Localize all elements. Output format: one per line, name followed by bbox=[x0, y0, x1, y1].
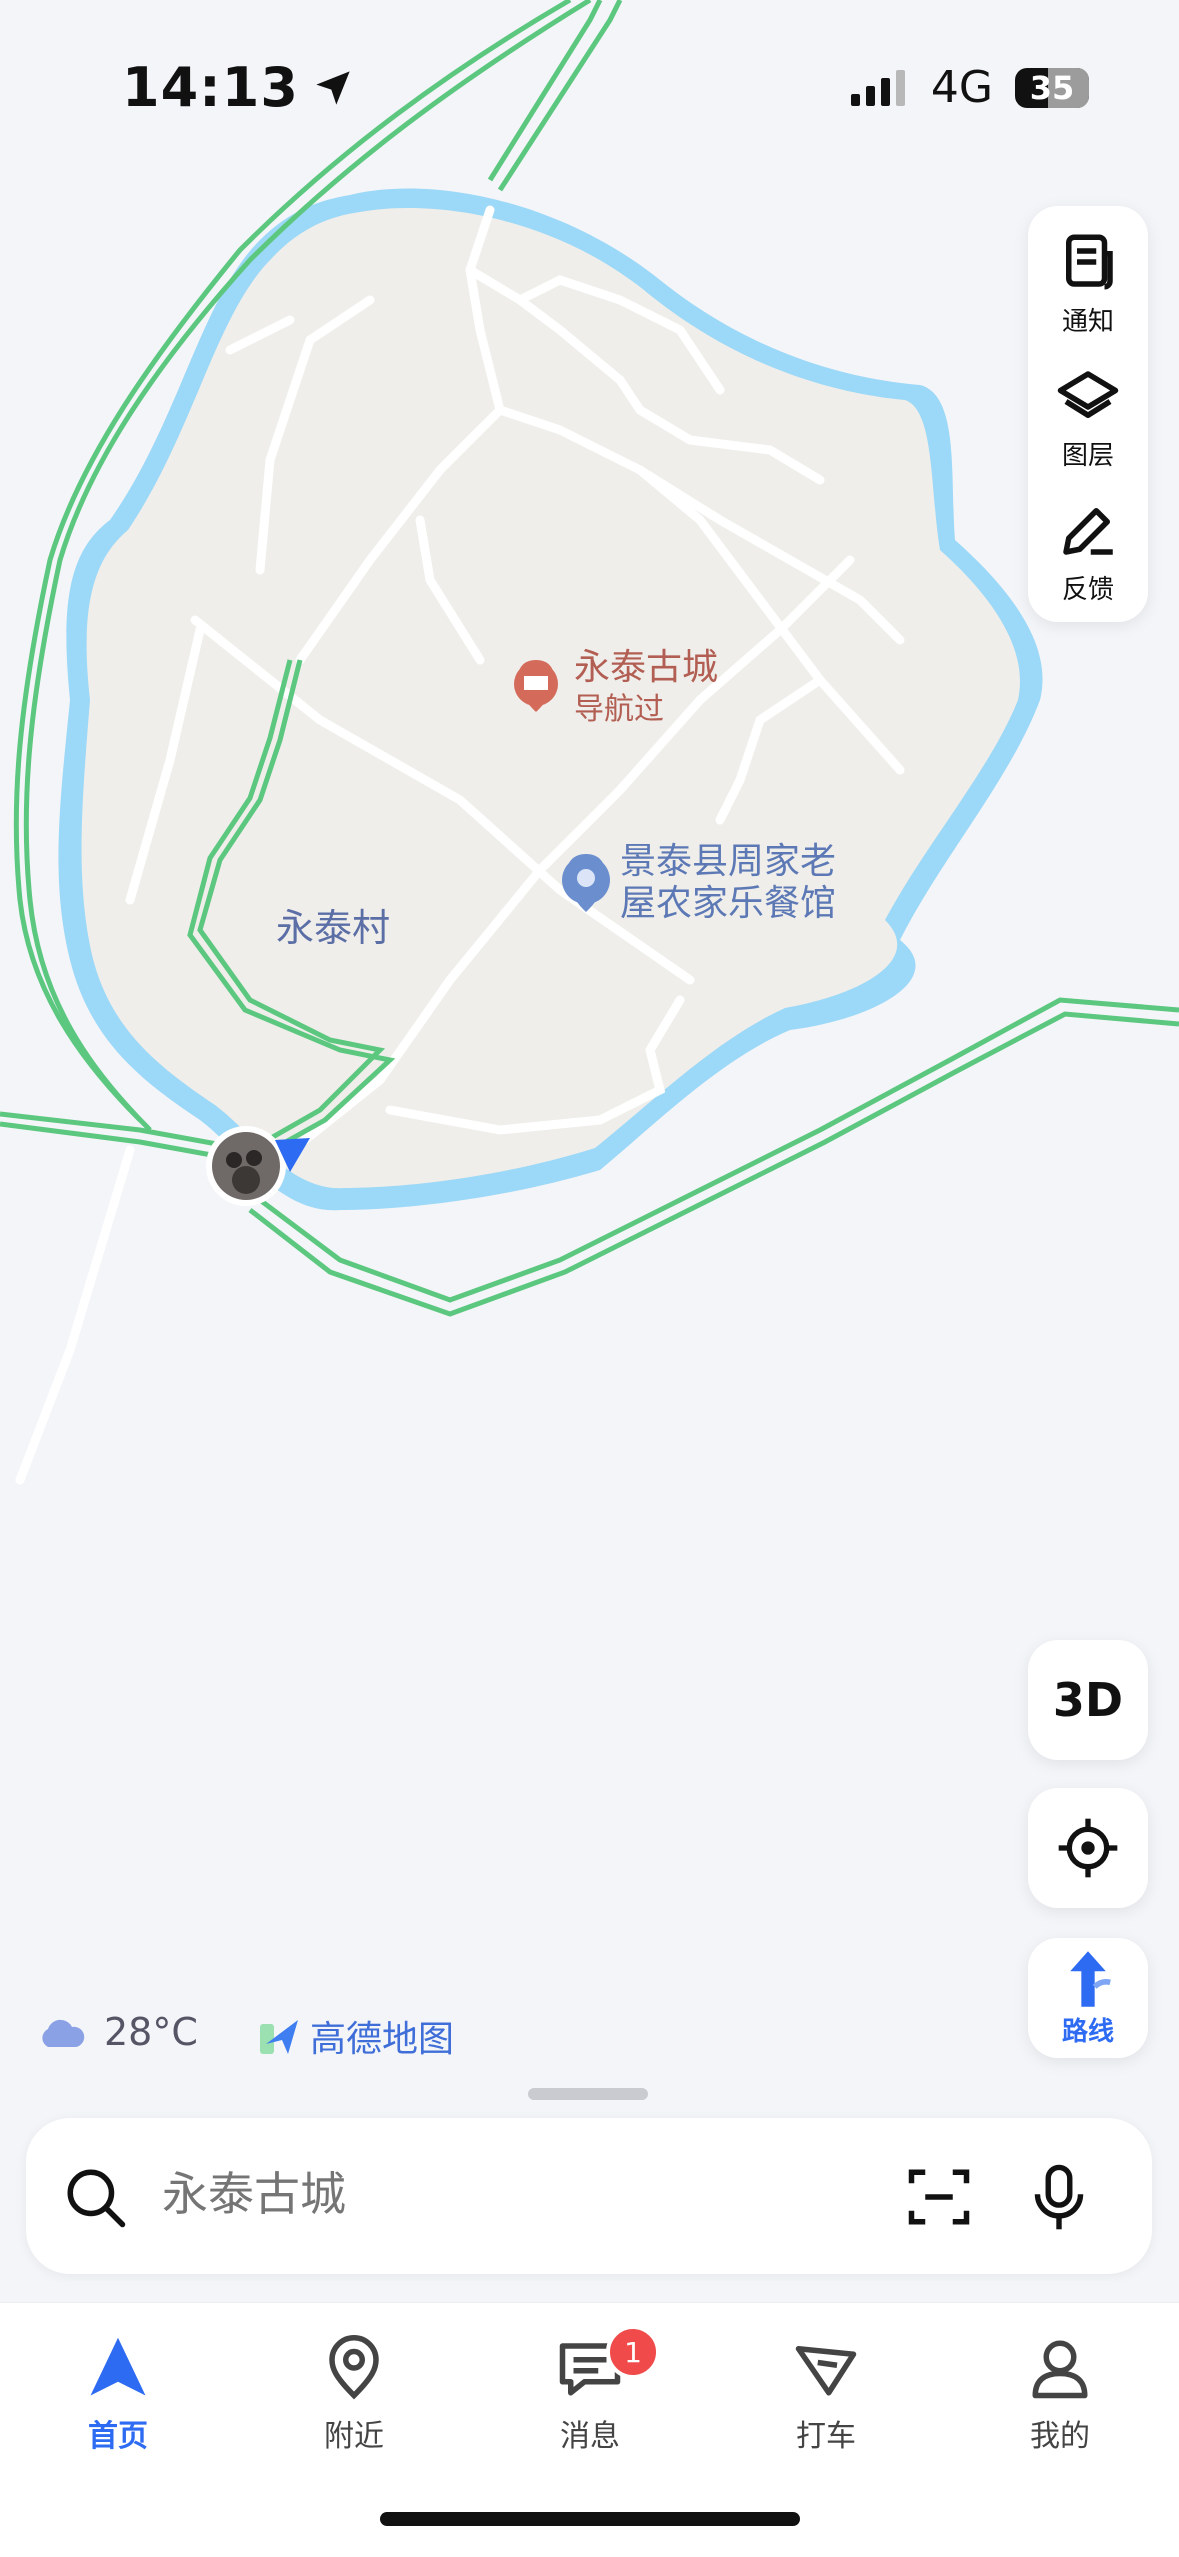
user-icon bbox=[1032, 2340, 1088, 2399]
poi-restaurant-line2[interactable]: 屋农家乐餐馆 bbox=[620, 884, 836, 924]
crosshair-icon bbox=[1058, 1818, 1118, 1878]
3d-label: 3D bbox=[1052, 1673, 1124, 1727]
status-time: 14:13 bbox=[122, 56, 353, 119]
route-arrow-icon bbox=[1070, 1950, 1111, 2007]
route-label: 路线 bbox=[1061, 2016, 1114, 2047]
nav-nearby-label: 附近 bbox=[324, 2419, 384, 2454]
taxi-icon bbox=[795, 2346, 857, 2396]
search-input[interactable] bbox=[160, 2166, 864, 2222]
location-pin-icon bbox=[329, 2335, 379, 2400]
nav-mine-label: 我的 bbox=[1030, 2419, 1090, 2454]
cloud-icon bbox=[42, 2019, 85, 2047]
poi-ancient-city-sub: 导航过 bbox=[574, 692, 664, 727]
location-arrow-icon bbox=[316, 70, 350, 105]
layers-button[interactable]: 图层 bbox=[1028, 350, 1148, 484]
nav-home[interactable]: 首页 bbox=[38, 2323, 198, 2473]
brand-name: 高德地图 bbox=[310, 2019, 455, 2060]
temperature: 28°C bbox=[104, 2010, 198, 2054]
document-icon bbox=[1066, 234, 1113, 289]
nav-taxi-label: 打车 bbox=[796, 2419, 856, 2454]
poi-ancient-city-name[interactable]: 永泰古城 bbox=[574, 648, 718, 688]
signal-icon bbox=[850, 69, 905, 106]
amap-logo-icon bbox=[260, 2020, 298, 2054]
search-bar[interactable] bbox=[26, 2118, 1152, 2274]
route-button[interactable]: 路线 bbox=[1028, 1938, 1148, 2058]
messages-badge: 1 bbox=[606, 2325, 660, 2379]
battery-level: 35 bbox=[1029, 68, 1075, 107]
status-right: 4G 35 bbox=[850, 62, 1089, 113]
feedback-label: 反馈 bbox=[1061, 574, 1114, 605]
network-type: 4G bbox=[930, 62, 993, 113]
sheet-handle[interactable] bbox=[528, 2088, 648, 2100]
amap-brand: 高德地图 bbox=[258, 2010, 454, 2062]
nav-mine[interactable]: 我的 bbox=[980, 2323, 1140, 2473]
time-text: 14:13 bbox=[122, 56, 299, 119]
3d-toggle-button[interactable]: 3D bbox=[1028, 1640, 1148, 1760]
notify-button[interactable]: 通知 bbox=[1028, 216, 1148, 350]
layers-label: 图层 bbox=[1061, 440, 1114, 471]
nav-messages-label: 消息 bbox=[560, 2419, 620, 2454]
notify-label: 通知 bbox=[1061, 306, 1114, 337]
edit-icon bbox=[1063, 507, 1113, 555]
map-tool-panel: 通知 图层 反馈 bbox=[1028, 206, 1148, 622]
battery-icon: 35 bbox=[1015, 67, 1089, 108]
navigation-arrow-icon bbox=[90, 2337, 146, 2396]
poi-restaurant-line1[interactable]: 景泰县周家老 bbox=[620, 842, 836, 882]
scan-icon[interactable] bbox=[906, 2164, 972, 2230]
nav-messages[interactable]: 消息 1 bbox=[510, 2323, 670, 2473]
nav-taxi[interactable]: 打车 bbox=[746, 2323, 906, 2473]
nav-nearby[interactable]: 附近 bbox=[274, 2323, 434, 2473]
nav-home-label: 首页 bbox=[88, 2419, 148, 2454]
locate-button[interactable] bbox=[1028, 1788, 1148, 1908]
village-label: 永泰村 bbox=[276, 906, 391, 950]
microphone-icon[interactable] bbox=[1026, 2162, 1092, 2232]
weather-widget[interactable]: 28°C bbox=[36, 2010, 198, 2054]
layers-icon bbox=[1057, 370, 1119, 418]
feedback-button[interactable]: 反馈 bbox=[1028, 484, 1148, 618]
search-icon bbox=[67, 2169, 126, 2228]
home-indicator[interactable] bbox=[380, 2512, 800, 2526]
